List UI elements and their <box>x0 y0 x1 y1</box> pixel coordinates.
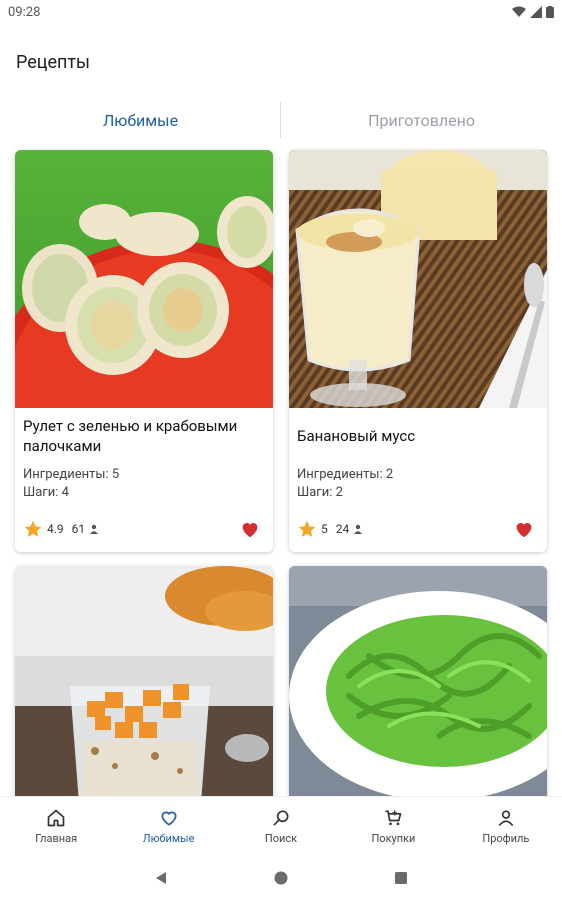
nav-shopping[interactable]: Покупки <box>337 797 449 856</box>
signal-icon <box>530 6 542 18</box>
recipe-steps: Шаги: 2 <box>297 485 343 500</box>
recipe-title: Банановый мусс <box>297 427 416 445</box>
tab-bar: Любимые Приготовлено <box>0 100 562 140</box>
nav-home-label: Главная <box>35 832 78 845</box>
status-icons <box>512 6 554 18</box>
recents-button[interactable] <box>391 868 411 888</box>
star-icon <box>298 520 316 537</box>
back-button[interactable] <box>151 868 171 888</box>
recipe-steps: Шаги: 4 <box>23 485 69 500</box>
home-button[interactable] <box>271 868 291 888</box>
recipe-ingredients: Ингредиенты: 2 <box>297 467 394 482</box>
tab-divider <box>280 102 281 138</box>
status-time: 09:28 <box>8 4 41 20</box>
recipe-card[interactable] <box>289 566 547 826</box>
system-navigation <box>0 856 562 900</box>
recipe-title: Рулет с зеленью и крабовыми палочками <box>23 417 238 455</box>
recipe-card[interactable] <box>15 566 273 826</box>
recipe-image <box>289 566 547 824</box>
profile-icon <box>498 810 514 827</box>
nav-search[interactable]: Поиск <box>225 797 337 856</box>
nav-search-label: Поиск <box>264 832 298 845</box>
recipe-info: Рулет с зеленью и крабовыми палочками Ин… <box>15 408 273 502</box>
battery-icon <box>546 6 554 18</box>
recipe-rating: 4.9 <box>47 522 64 536</box>
nav-home[interactable]: Главная <box>0 797 112 856</box>
nav-favorites-label: Любимые <box>142 832 195 845</box>
recipe-card[interactable]: Рулет с зеленью и крабовыми палочками Ин… <box>15 150 273 552</box>
search-icon <box>273 810 289 826</box>
wifi-icon <box>512 6 526 17</box>
recipe-image <box>15 566 273 824</box>
status-bar: 09:28 <box>0 0 562 24</box>
person-icon <box>354 524 363 534</box>
recipe-image <box>15 150 273 408</box>
star-icon <box>24 520 42 537</box>
nav-shopping-label: Покупки <box>371 832 416 845</box>
back-icon <box>156 872 166 884</box>
recipe-reviews: 24 <box>335 522 350 536</box>
tab-cooked[interactable]: Приготовлено <box>281 100 562 140</box>
favorite-heart-icon[interactable] <box>239 518 261 540</box>
nav-favorites[interactable]: Любимые <box>112 797 224 856</box>
recipe-image <box>289 150 547 408</box>
person-icon <box>90 524 99 534</box>
heart-icon <box>161 811 177 826</box>
bottom-navigation: Главная Любимые Поиск Покупки Профиль <box>0 796 562 856</box>
home-circle-icon <box>274 871 288 885</box>
tab-favorites[interactable]: Любимые <box>0 100 281 140</box>
favorite-heart-icon[interactable] <box>513 518 535 540</box>
recipe-ingredients: Ингредиенты: 5 <box>23 467 120 482</box>
recipe-footer: 4.9 61 <box>23 518 261 540</box>
page-title: Рецепты <box>16 52 91 73</box>
app-screen: 09:28 Рецепты Любимые Приготовлено Рулет… <box>0 0 562 900</box>
nav-profile-label: Профиль <box>482 832 530 845</box>
nav-profile[interactable]: Профиль <box>450 797 562 856</box>
recipe-footer: 5 24 <box>297 518 535 540</box>
cart-icon <box>385 810 402 826</box>
recipe-info: Банановый мусс Ингредиенты: 2 Шаги: 2 <box>289 408 547 502</box>
recipe-card[interactable]: Банановый мусс Ингредиенты: 2 Шаги: 2 5 … <box>289 150 547 552</box>
recents-square-icon <box>395 872 407 884</box>
recipe-reviews: 61 <box>71 522 86 536</box>
home-icon <box>47 809 65 827</box>
recipe-rating: 5 <box>321 522 328 536</box>
